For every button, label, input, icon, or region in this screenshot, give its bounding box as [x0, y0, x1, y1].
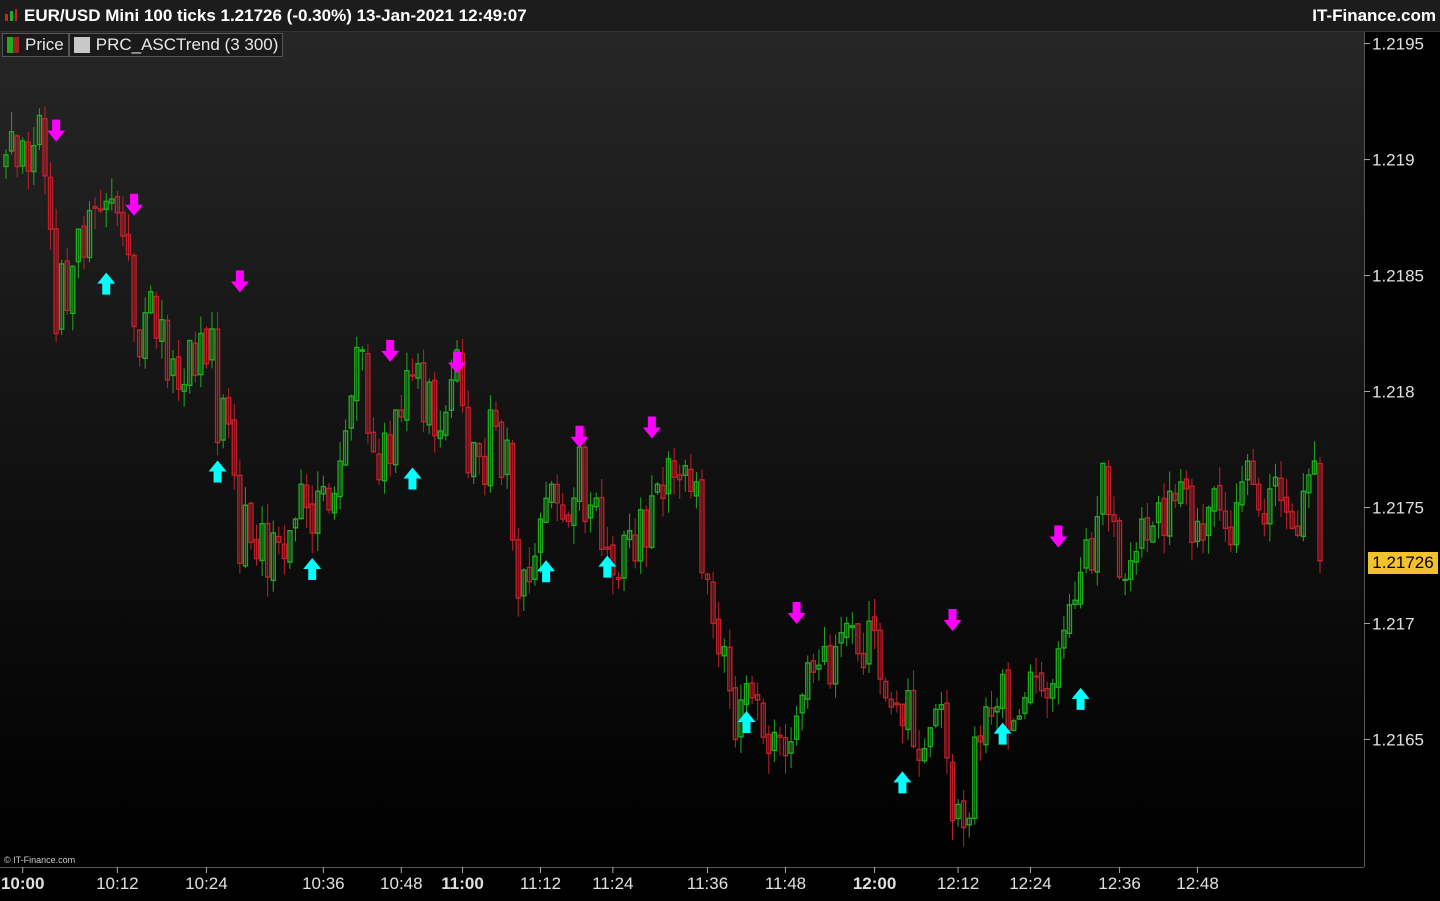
buy-signal-arrow-icon — [208, 460, 227, 483]
legend-price[interactable]: Price — [2, 33, 69, 57]
y-tick-label: 1.217 — [1372, 614, 1415, 633]
price-swatch-down-icon — [13, 37, 19, 53]
x-tick-label: 12:48 — [1176, 874, 1219, 893]
buy-signal-arrow-icon — [303, 557, 322, 580]
x-tick-label: 10:48 — [380, 874, 423, 893]
x-tick-label: 10:12 — [96, 874, 139, 893]
y-tick-label: 1.2195 — [1372, 35, 1424, 54]
buy-signal-arrow-icon — [537, 560, 556, 583]
sell-signal-arrow-icon — [787, 602, 806, 625]
copyright-label: © IT-Finance.com — [4, 855, 76, 865]
legend-indicator-label: PRC_ASCTrend (3 300) — [95, 35, 279, 54]
x-tick-label: 12:12 — [937, 874, 980, 893]
x-tick-label: 11:36 — [687, 874, 728, 893]
buy-signal-arrow-icon — [1071, 687, 1090, 710]
sell-signal-arrow-icon — [943, 608, 962, 631]
candle-body — [1033, 675, 1039, 678]
x-tick-label: 12:00 — [853, 874, 896, 893]
buy-signal-arrow-icon — [893, 771, 912, 794]
x-tick-label: 11:00 — [441, 874, 484, 893]
sell-signal-arrow-icon — [1049, 525, 1068, 548]
buy-signal-arrow-icon — [97, 272, 116, 295]
x-tick-label: 10:36 — [302, 874, 345, 893]
x-tick-label: 10:00 — [1, 874, 44, 893]
sell-signal-arrow-icon — [642, 416, 661, 439]
x-tick-label: 10:24 — [185, 874, 228, 893]
y-tick-label: 1.2185 — [1372, 267, 1424, 286]
indicator-swatch-icon — [73, 37, 90, 53]
x-tick-label: 12:24 — [1009, 874, 1052, 893]
y-tick-label: 1.2165 — [1372, 730, 1424, 749]
y-tick-label: 1.2175 — [1372, 498, 1424, 517]
last-price-tag: 1.21726 — [1368, 552, 1438, 575]
x-tick-label: 11:24 — [592, 874, 633, 893]
sell-signal-arrow-icon — [447, 351, 466, 374]
candlestick-chart: 1.2195 1.219 1.2185 1.218 1.2175 1.217 1.2165 1… — [1, 35, 1424, 893]
candle-body — [1122, 578, 1128, 582]
x-tick-label: 11:48 — [765, 874, 806, 893]
sell-signal-arrow-icon — [570, 425, 589, 448]
candle-body — [409, 374, 416, 377]
sell-signal-arrow-icon — [381, 339, 400, 362]
legend-indicator[interactable]: PRC_ASCTrend (3 300) — [68, 33, 284, 57]
y-tick-label: 1.219 — [1372, 151, 1415, 170]
buy-signal-arrow-icon — [737, 711, 756, 734]
x-tick-label: 12:36 — [1098, 874, 1141, 893]
buy-signal-arrow-icon — [993, 722, 1012, 745]
buy-signal-arrow-icon — [403, 467, 422, 490]
x-tick-label: 11:12 — [520, 874, 561, 893]
sell-signal-arrow-icon — [230, 270, 249, 293]
sell-signal-arrow-icon — [47, 119, 66, 142]
sell-signal-arrow-icon — [125, 193, 144, 216]
y-tick-label: 1.218 — [1372, 383, 1415, 402]
chart-legend: Price PRC_ASCTrend (3 300) — [2, 33, 284, 57]
legend-price-label: Price — [25, 35, 64, 54]
